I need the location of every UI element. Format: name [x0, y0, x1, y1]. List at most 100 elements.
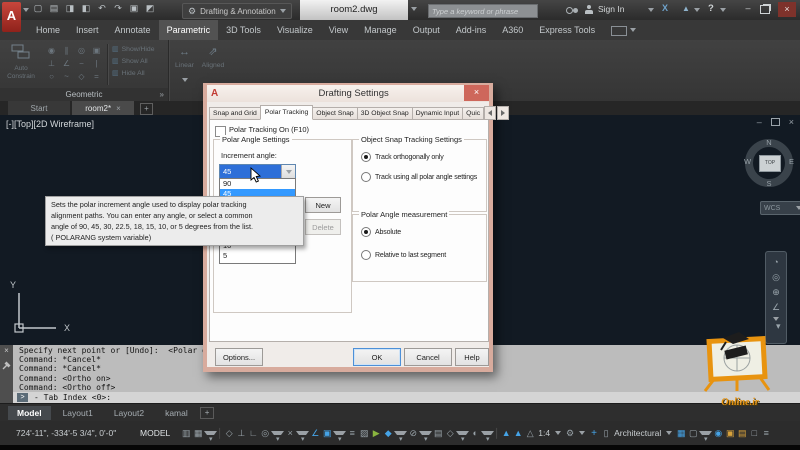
graphics-icon[interactable]: ▤ [432, 428, 444, 439]
navbar-more-icon[interactable]: ▾ [773, 317, 781, 331]
sheet-set-icon[interactable]: ◩ [144, 3, 156, 14]
settings-gear-icon[interactable]: ⚙ [564, 428, 576, 439]
lineweight-icon[interactable]: ≡ [346, 428, 358, 438]
radio-icon[interactable] [361, 172, 371, 182]
filter-icon[interactable]: ◇ [444, 428, 456, 439]
constraint-icon[interactable]: = [89, 70, 104, 83]
restore-button[interactable] [760, 5, 770, 14]
tray-message-icon[interactable]: ▤ [736, 428, 748, 439]
angle-option[interactable]: 5 [220, 251, 295, 261]
linear-dimension-button[interactable]: ↔ Linear [171, 42, 198, 94]
tab-scroll-left-button[interactable] [484, 106, 497, 120]
new-file-icon[interactable]: ▢ [32, 3, 44, 14]
viewcube-south[interactable]: S [743, 179, 795, 188]
viewcube[interactable]: N S W E TOP [743, 137, 795, 189]
autocad-logo-icon[interactable]: A [2, 2, 21, 32]
viewport-close-icon[interactable]: × [789, 117, 794, 127]
steering-wheel-icon[interactable]: ◔ [773, 257, 778, 267]
open-icon[interactable]: ▤ [48, 3, 60, 14]
annotation-scale-icon[interactable]: △ [524, 428, 536, 439]
file-tab-room2[interactable]: room2* × [72, 101, 134, 115]
new-angle-button[interactable]: New [305, 197, 341, 213]
sign-in-caret-icon[interactable] [648, 8, 654, 12]
osnap-3d-icon[interactable]: ◆ [382, 428, 394, 439]
grid-caret-icon[interactable]: ▾ [204, 431, 218, 443]
panel-expand-icon[interactable]: » [160, 90, 164, 99]
viewcube-north[interactable]: N [743, 138, 795, 147]
command-input-row[interactable]: > - Tab Index <0>: [13, 392, 800, 403]
annotation-monitor-icon[interactable]: ◐ [469, 428, 481, 438]
viewport-minimize-icon[interactable]: – [757, 117, 762, 127]
ribbon-tab[interactable]: Add-ins [448, 20, 495, 40]
ribbon-tab[interactable]: 3D Tools [218, 20, 269, 40]
isodraft-icon[interactable]: × [284, 428, 296, 438]
wcs-menu-button[interactable]: WCS [760, 201, 800, 215]
layout-tab[interactable]: + [199, 407, 215, 419]
workspace-switcher[interactable]: ⚙ Drafting & Annotation [182, 3, 292, 19]
tray-plot-icon[interactable]: ▣ [724, 428, 736, 439]
plot-icon[interactable]: ▣ [128, 3, 140, 14]
filter-caret-icon[interactable]: ▾ [456, 431, 470, 443]
scale-caret-icon[interactable] [555, 431, 562, 435]
constraint-icon[interactable]: ○ [44, 70, 59, 83]
save-icon[interactable]: ◨ [64, 3, 76, 14]
ribbon-tab[interactable]: View [321, 20, 356, 40]
layout-tab[interactable]: Layout1 [54, 406, 102, 420]
search-input[interactable] [428, 4, 538, 18]
ortho-icon[interactable]: ∟ [247, 428, 259, 438]
cancel-button[interactable]: Cancel [404, 348, 452, 366]
ribbon-toggle-caret-icon[interactable] [630, 28, 637, 32]
pan-icon[interactable]: ◎ [772, 272, 780, 282]
a360-caret-icon[interactable] [694, 8, 700, 12]
redo-icon[interactable]: ↷ [112, 3, 124, 14]
show-hide-button[interactable]: ▥ Show/Hide [112, 45, 155, 54]
constraint-icon[interactable]: ◎ [74, 44, 89, 57]
clean-screen-icon[interactable]: □ [748, 428, 760, 438]
file-tab-close-icon[interactable]: × [116, 104, 121, 113]
polar-tracking-icon[interactable]: ◎ [259, 428, 271, 439]
dynamic-input-icon[interactable]: ⊥ [235, 428, 247, 439]
viewport-controls-label[interactable]: [-][Top][2D Wireframe] [6, 119, 94, 129]
new-drawing-tab-button[interactable]: + [140, 103, 153, 115]
annotation-caret-icon[interactable]: ▾ [481, 431, 495, 443]
geometric-panel-label[interactable]: Geometric » [0, 88, 168, 101]
combobox-dropdown-button[interactable] [281, 165, 295, 179]
save-as-icon[interactable]: ◧ [80, 3, 92, 14]
hide-all-button[interactable]: ▥ Hide All [112, 69, 155, 78]
isodraft-caret-icon[interactable]: ▾ [296, 431, 310, 443]
model-space-button[interactable]: MODEL [140, 428, 170, 438]
ribbon-tab[interactable]: Annotate [107, 20, 159, 40]
exchange-apps-icon[interactable]: X [662, 3, 668, 13]
transparency-icon[interactable]: ▨ [358, 428, 370, 439]
constraint-icon[interactable]: − [74, 57, 89, 70]
radio-icon[interactable] [361, 152, 371, 162]
radio-option[interactable]: Relative to last segment [361, 250, 446, 260]
linear-caret-icon[interactable] [181, 78, 188, 82]
tab-scroll-right-button[interactable] [497, 106, 510, 120]
radio-option[interactable]: Track using all polar angle settings [361, 172, 477, 182]
ribbon-tab[interactable]: Insert [68, 20, 107, 40]
ribbon-tab[interactable]: Visualize [269, 20, 321, 40]
gear-caret-icon[interactable] [579, 431, 586, 435]
radio-option[interactable]: Track orthogonally only [361, 152, 477, 162]
help-caret-icon[interactable] [720, 8, 726, 12]
radio-option[interactable]: Absolute [361, 227, 446, 237]
constraint-icon[interactable]: ▣ [89, 44, 104, 57]
customization-icon[interactable]: ≡ [760, 428, 772, 438]
dynamic-ucs-icon[interactable]: ⊘ [407, 428, 419, 439]
options-button[interactable]: Options... [215, 348, 263, 366]
ribbon-tab[interactable]: A360 [494, 20, 531, 40]
minimize-button[interactable]: – [740, 2, 756, 16]
ribbon-tab[interactable]: Express Tools [531, 20, 603, 40]
annotation-scale-value[interactable]: 1:4 [538, 428, 550, 438]
undo-icon[interactable]: ↶ [96, 3, 108, 14]
ok-button[interactable]: OK [353, 348, 401, 366]
dynamic-ucs-caret-icon[interactable]: ▾ [419, 431, 433, 443]
search-icon[interactable] [566, 7, 573, 14]
infer-constraints-icon[interactable]: ◇ [223, 428, 235, 439]
command-close-icon[interactable]: × [0, 345, 13, 357]
constraint-icon[interactable]: ⊥ [44, 57, 59, 70]
show-all-button[interactable]: ▥ Show All [112, 57, 155, 66]
radio-icon[interactable] [361, 250, 371, 260]
dialog-tab[interactable]: Polar Tracking [259, 105, 314, 120]
